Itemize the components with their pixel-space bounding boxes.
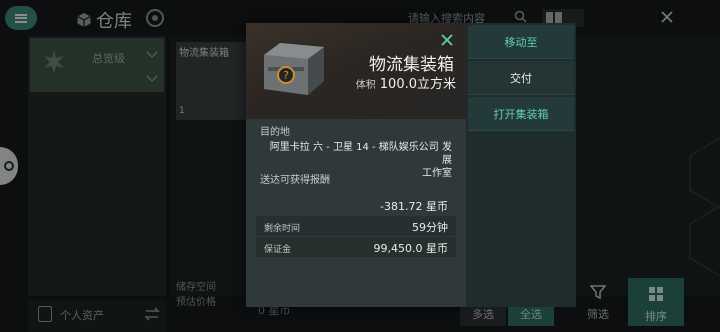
item-card[interactable]: 物流集装箱 1 [176,42,248,120]
destination-label: 目的地 [260,127,290,138]
target-icon[interactable] [146,9,164,27]
volume-label: 体积 [355,80,376,91]
time-row: 剩余时间 59分钟 [256,216,456,236]
storage-label: 储存空间 [176,282,216,293]
action-panel: 移动至 交付 打开集装箱 [466,23,576,307]
item-detail-modal: ? 物流集装箱 体积 100.0立方米 目的地 阿里卡拉 六 - 卫星 14 -… [246,23,466,307]
item-card-count: 1 [179,106,185,116]
item-card-title: 物流集装箱 [179,48,229,59]
wallet-icon [38,306,52,322]
move-to-button[interactable]: 移动至 [468,25,574,59]
filter-label: 筛选 [587,308,609,321]
close-icon[interactable] [660,10,674,24]
menu-icon [15,13,27,23]
sort-label: 排序 [645,310,667,323]
svg-text:?: ? [283,69,289,82]
value-label: 预估价格 [176,297,216,308]
swap-icon[interactable] [144,307,160,321]
open-container-button[interactable]: 打开集装箱 [468,97,574,131]
station-icon [44,50,64,74]
reward-row: -381.72 星币 [256,195,456,215]
close-icon[interactable] [440,33,454,47]
storage-info: 储存空间 预估价格 [176,280,216,310]
reward-value: -381.72 星币 [380,200,448,213]
time-value: 59分钟 [412,221,448,234]
destination-line-1: 阿里卡拉 六 - 卫星 14 - 梯队娱乐公司 发展 [269,142,452,166]
chevron-down-icon[interactable] [146,70,158,82]
filter-icon [590,285,606,300]
folder-item-overview[interactable]: 总览级 [30,38,164,92]
folder-label: 总览级 [92,52,125,65]
folder-panel: 总览级 [28,36,166,296]
crate-icon: ? [264,43,324,95]
wallet-bar[interactable]: 个人资产 [28,300,166,332]
modal-header: ? 物流集装箱 体积 100.0立方米 [246,23,466,119]
app-title: 仓库 [76,7,132,33]
cube-icon [77,13,91,27]
item-volume: 体积 100.0立方米 [356,73,456,92]
side-tab[interactable] [0,147,18,185]
reward-label: 送达可获得报酬 [260,175,330,186]
item-name: 物流集装箱 [369,55,454,75]
volume-value: 100.0立方米 [379,77,456,92]
menu-button[interactable] [5,6,37,30]
chevron-down-icon[interactable] [146,46,158,58]
search-icon[interactable] [514,10,527,23]
app-title-text: 仓库 [96,11,132,32]
wallet-label: 个人资产 [60,309,104,322]
deposit-value: 99,450.0 星币 [373,242,448,255]
deposit-label: 保证金 [264,245,292,255]
filter-button[interactable]: 筛选 [578,280,618,324]
deliver-button[interactable]: 交付 [468,61,574,95]
time-label: 剩余时间 [264,224,301,234]
deposit-row: 保证金 99,450.0 星币 [256,237,456,257]
sort-button[interactable]: 排序 [628,278,684,326]
sort-icon [649,287,663,301]
